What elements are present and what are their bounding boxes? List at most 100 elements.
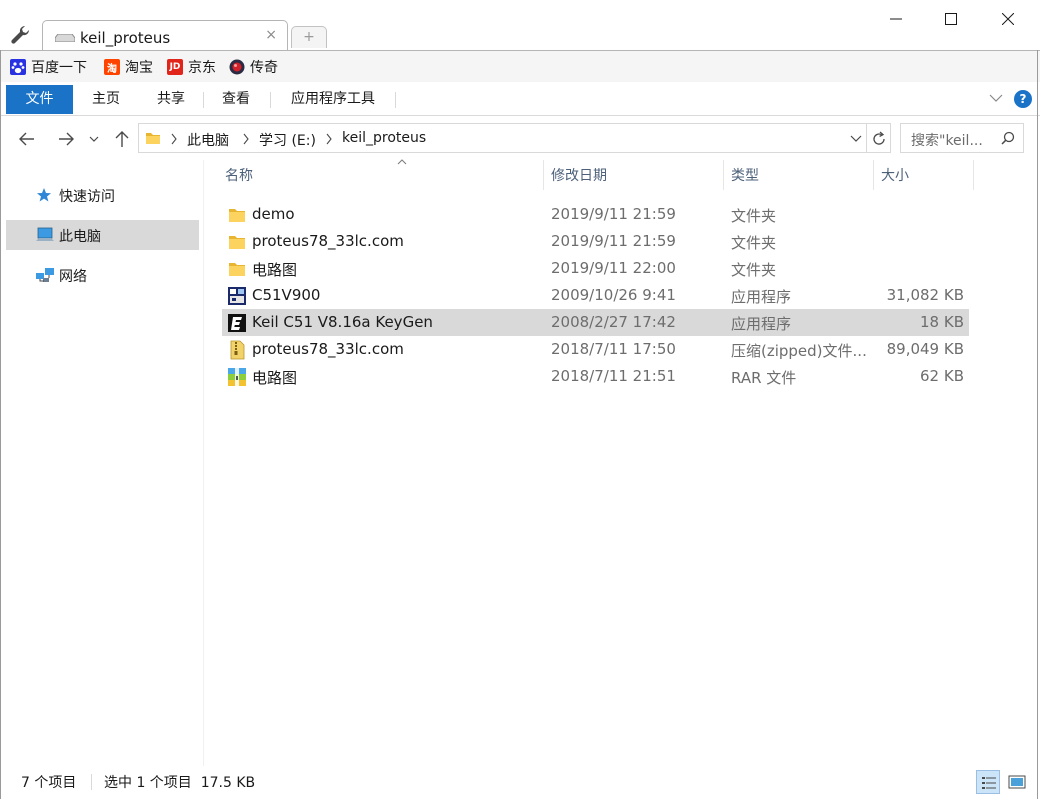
computer-icon [36, 227, 54, 241]
tab-file[interactable]: 文件 [6, 85, 73, 114]
large-icons-view-button[interactable] [1005, 770, 1029, 794]
breadcrumb-drive-e[interactable]: 学习 (E:) [259, 130, 316, 150]
file-row[interactable]: 电路图 2018/7/11 21:51 RAR 文件 62 KB [222, 363, 969, 390]
new-tab-button[interactable]: + [291, 26, 327, 48]
column-header-date[interactable]: 修改日期 [551, 160, 721, 192]
file-size: 89,049 KB [886, 340, 964, 358]
drive-icon [55, 34, 75, 42]
jd-icon: JD [167, 59, 183, 75]
tab-home[interactable]: 主页 [78, 85, 134, 114]
nav-item-label: 网络 [59, 269, 87, 285]
baidu-icon [10, 59, 26, 75]
close-icon [1002, 13, 1014, 25]
breadcrumb-arrow-icon[interactable] [242, 133, 250, 145]
maximize-button[interactable] [928, 4, 974, 34]
maximize-icon [945, 13, 957, 25]
bookmark-jd[interactable]: JD 京东 [167, 57, 216, 77]
column-header-type[interactable]: 类型 [731, 160, 871, 192]
nav-item-quick-access[interactable]: 快速访问 [6, 180, 199, 210]
tab-close-button[interactable]: × [265, 27, 277, 43]
file-type: 压缩(zipped)文件... [731, 342, 867, 360]
nav-item-network[interactable]: 网络 [6, 260, 199, 290]
folder-icon [229, 263, 245, 276]
browser-tab[interactable]: keil_proteus × [42, 20, 288, 51]
file-name: proteus78_33lc.com [252, 340, 404, 358]
tab-app-tools[interactable]: 应用程序工具 [276, 85, 390, 114]
star-icon [37, 188, 51, 202]
ribbon-divider [270, 92, 271, 108]
file-row[interactable]: C51V900 2009/10/26 9:41 应用程序 31,082 KB [222, 282, 969, 309]
tab-title: keil_proteus [80, 29, 171, 47]
bookmark-baidu[interactable]: 百度一下 [10, 57, 87, 77]
breadcrumb-this-pc[interactable]: 此电脑 [187, 130, 229, 150]
network-icon [36, 268, 54, 282]
rar-icon [228, 368, 246, 386]
ribbon-divider [203, 92, 204, 108]
file-name: 电路图 [252, 261, 298, 279]
file-date: 2018/7/11 21:51 [551, 367, 676, 385]
breadcrumb-arrow-icon[interactable] [325, 133, 333, 145]
details-view-icon [982, 777, 996, 789]
wrench-icon[interactable] [10, 24, 32, 46]
large-icons-view-icon [1008, 775, 1026, 789]
search-box[interactable]: 搜索"keil... [900, 123, 1024, 153]
forward-arrow-icon[interactable] [55, 128, 77, 150]
column-divider[interactable] [873, 160, 874, 190]
file-size: 18 KB [920, 313, 964, 331]
file-date: 2018/7/11 17:50 [551, 340, 676, 358]
refresh-icon [873, 131, 885, 145]
help-icon[interactable]: ? [1014, 90, 1032, 108]
nav-item-this-pc[interactable]: 此电脑 [6, 220, 199, 250]
title-bar: keil_proteus × + [0, 0, 1040, 51]
address-bar[interactable]: 此电脑 学习 (E:) keil_proteus [138, 123, 867, 153]
search-icon[interactable] [1001, 131, 1015, 145]
ribbon-divider [395, 92, 396, 108]
file-row-selected[interactable]: Keil C51 V8.16a KeyGen 2008/2/27 17:42 应… [222, 309, 969, 336]
breadcrumb-arrow-icon[interactable] [170, 133, 178, 145]
details-view-button[interactable] [976, 770, 1000, 794]
column-divider[interactable] [723, 160, 724, 190]
minimize-button[interactable] [873, 4, 919, 34]
back-arrow-icon[interactable] [16, 128, 38, 150]
file-row[interactable]: proteus78_33lc.com 2019/9/11 21:59 文件夹 [222, 228, 969, 255]
recent-locations-chevron-icon[interactable] [87, 128, 101, 150]
column-header-label: 名称 [225, 168, 253, 184]
status-bar: 7 个项目 选中 1 个项目 17.5 KB [0, 766, 1040, 799]
bookmark-label: 京东 [188, 60, 216, 76]
file-type: 文件夹 [731, 234, 777, 252]
file-type: 应用程序 [731, 315, 792, 333]
chuanqi-icon [229, 59, 245, 75]
chevron-down-icon[interactable] [988, 92, 1004, 104]
file-name: demo [252, 205, 295, 223]
bookmark-taobao[interactable]: 淘 淘宝 [104, 57, 153, 77]
item-count: 7 个项目 [21, 775, 77, 791]
zip-icon [230, 340, 245, 360]
file-name: proteus78_33lc.com [252, 232, 404, 250]
tab-share[interactable]: 共享 [143, 85, 199, 114]
column-divider[interactable] [543, 160, 544, 190]
column-divider[interactable] [973, 160, 974, 190]
breadcrumb-keil-proteus[interactable]: keil_proteus [342, 130, 426, 146]
file-row[interactable]: demo 2019/9/11 21:59 文件夹 [222, 201, 969, 228]
installer-icon [228, 287, 246, 305]
window-border [1037, 50, 1038, 799]
keygen-icon [228, 314, 246, 332]
tab-view[interactable]: 查看 [208, 85, 264, 114]
file-row[interactable]: 电路图 2019/9/11 22:00 文件夹 [222, 255, 969, 282]
up-arrow-icon[interactable] [111, 128, 133, 150]
bookmark-chuanqi[interactable]: 传奇 [229, 57, 278, 77]
folder-icon [146, 133, 160, 144]
file-row[interactable]: proteus78_33lc.com 2018/7/11 17:50 压缩(zi… [222, 336, 969, 363]
column-header-name[interactable]: 名称 [225, 159, 543, 192]
file-list: 名称 修改日期 类型 大小 demo 2019/9/11 21:59 文件夹 p… [204, 159, 1040, 766]
ribbon: 文件 主页 共享 查看 应用程序工具 ? [0, 82, 1040, 116]
minimize-icon [890, 18, 902, 20]
column-header-size[interactable]: 大小 [881, 160, 971, 192]
navigation-pane: 快速访问 此电脑 网络 [0, 160, 203, 766]
navigation-bar: 此电脑 学习 (E:) keil_proteus 搜索"keil... [0, 116, 1040, 160]
file-date: 2008/2/27 17:42 [551, 313, 676, 331]
chevron-down-icon[interactable] [850, 134, 862, 144]
close-button[interactable] [985, 4, 1031, 34]
refresh-button[interactable] [867, 123, 891, 153]
taobao-icon: 淘 [104, 59, 120, 75]
